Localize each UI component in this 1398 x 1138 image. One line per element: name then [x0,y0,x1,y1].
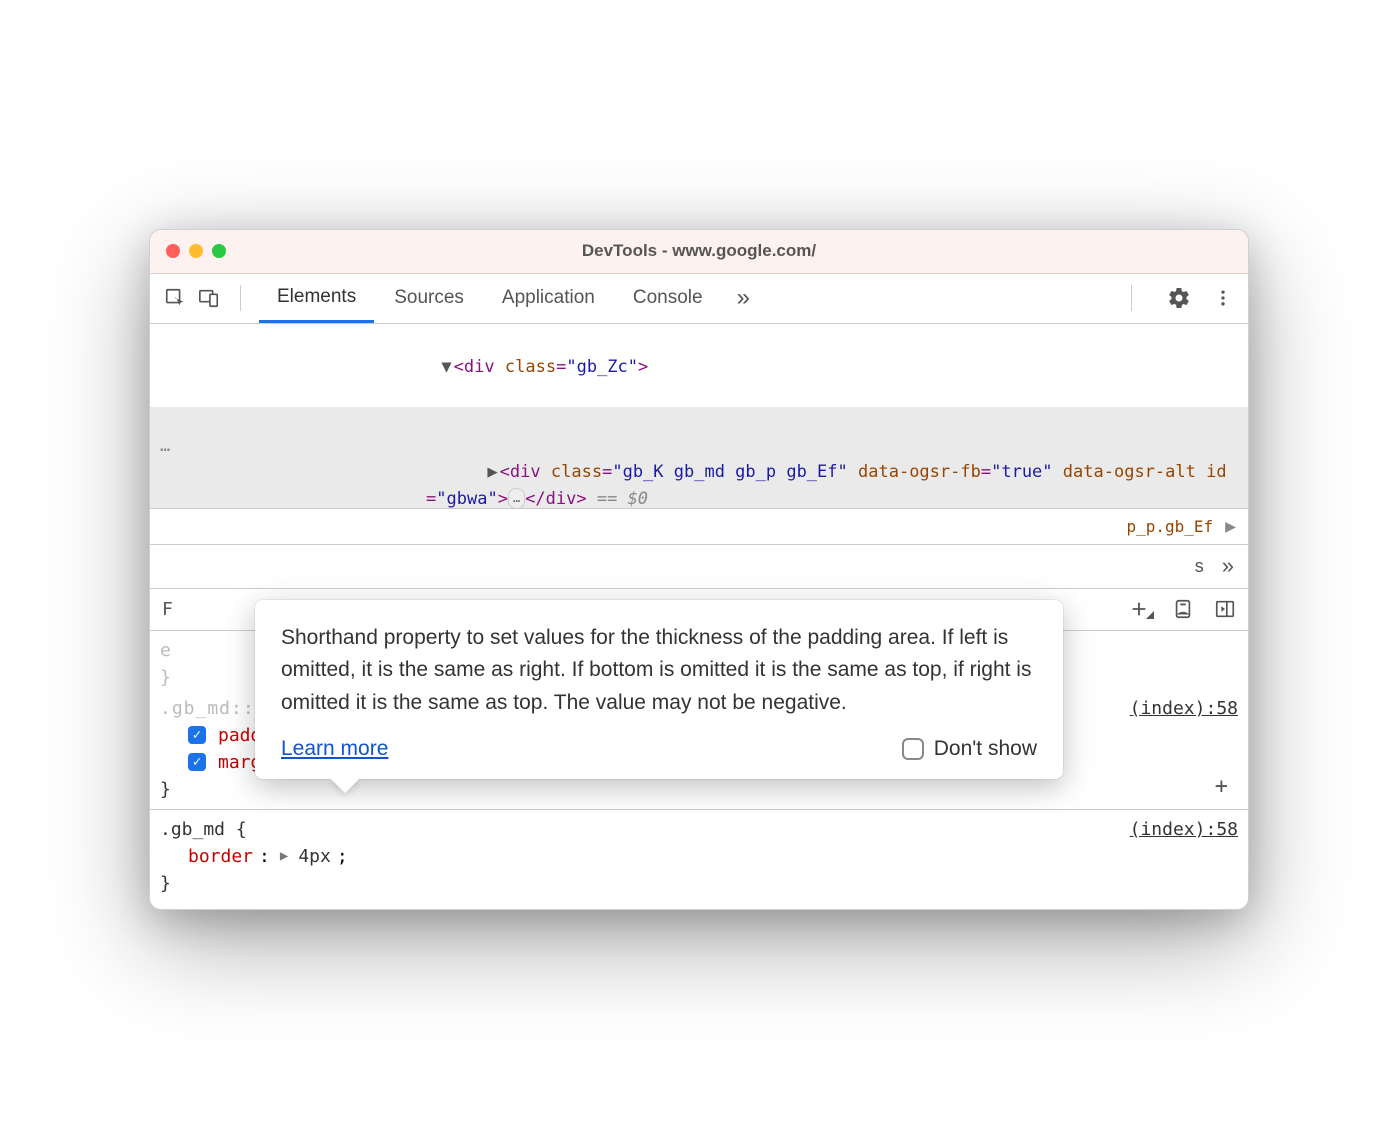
tab-application[interactable]: Application [484,273,613,323]
row-actions-icon[interactable]: … [160,433,170,459]
settings-gear-icon[interactable] [1166,285,1192,311]
filter-input-prefix[interactable]: F [162,599,173,620]
tab-elements[interactable]: Elements [259,273,374,323]
style-rule[interactable]: (index):58 .gb_md { border:▶4px; } [160,816,1238,897]
minimize-window-button[interactable] [189,244,203,258]
expand-toggle-icon[interactable]: ▶ [487,462,497,482]
style-selector[interactable]: .gb_md { [160,816,1238,843]
close-window-button[interactable] [166,244,180,258]
subtab-partial[interactable]: s [1195,556,1204,577]
toolbar-separator [240,285,241,311]
learn-more-link[interactable]: Learn more [281,737,388,761]
dom-breadcrumb[interactable]: p_p.gb_Ef ▶ [150,509,1248,545]
computed-sidebar-toggle-icon[interactable] [1212,596,1238,622]
kebab-menu-icon[interactable] [1210,285,1236,311]
subtabs-overflow-button[interactable]: » [1222,553,1234,579]
style-close-brace: } [160,870,1238,897]
rule-divider [150,809,1248,810]
dom-node-selected[interactable]: … ▶<div class="gb_K gb_md gb_p gb_Ef" da… [150,407,1248,509]
style-declaration[interactable]: border:▶4px; [160,843,1238,870]
toolbar-separator [1131,285,1132,311]
styles-subtabs: s » [150,545,1248,589]
property-enable-checkbox[interactable] [188,753,206,771]
tooltip-text: Shorthand property to set values for the… [281,622,1037,720]
inspect-element-icon[interactable] [162,285,188,311]
collapsed-children-icon[interactable]: … [508,488,525,508]
toggle-common-rendering-icon[interactable] [1170,596,1196,622]
breadcrumb-item[interactable]: p_p.gb_Ef [1118,515,1221,538]
dom-node[interactable]: ▼<div class="gb_Zc"> [150,328,1248,407]
style-close-brace: } [160,776,1238,803]
window-title: DevTools - www.google.com/ [166,241,1232,261]
property-description-tooltip: Shorthand property to set values for the… [255,600,1063,780]
tabs-overflow-button[interactable]: » [723,284,764,312]
main-toolbar: Elements Sources Application Console » [150,274,1248,324]
new-style-rule-icon[interactable] [1128,596,1154,622]
tab-console[interactable]: Console [615,273,721,323]
dont-show-checkbox[interactable] [902,738,924,760]
expand-shorthand-icon[interactable]: ▶ [280,846,288,867]
tab-console-label: Console [633,287,703,309]
tab-elements-label: Elements [277,286,356,308]
console-reference: == $0 [597,489,648,509]
expand-toggle-icon[interactable]: ▼ [441,357,451,377]
tab-sources[interactable]: Sources [376,273,482,323]
breadcrumb-scroll-right-icon[interactable]: ▶ [1221,516,1240,537]
device-toolbar-icon[interactable] [196,285,222,311]
titlebar: DevTools - www.google.com/ [150,230,1248,274]
devtools-window: DevTools - www.google.com/ Elements Sour… [149,229,1249,910]
property-enable-checkbox[interactable] [188,726,206,744]
maximize-window-button[interactable] [212,244,226,258]
add-declaration-icon[interactable]: + [1215,770,1228,803]
tab-sources-label: Sources [394,287,464,309]
style-source-link[interactable]: (index):58 [1130,816,1238,843]
dom-tree-panel[interactable]: ▼<div class="gb_Zc"> … ▶<div class="gb_K… [150,324,1248,509]
style-source-link[interactable]: (index):58 [1130,695,1238,722]
traffic-lights [166,244,226,258]
dont-show-label: Don't show [934,737,1037,761]
tab-application-label: Application [502,287,595,309]
